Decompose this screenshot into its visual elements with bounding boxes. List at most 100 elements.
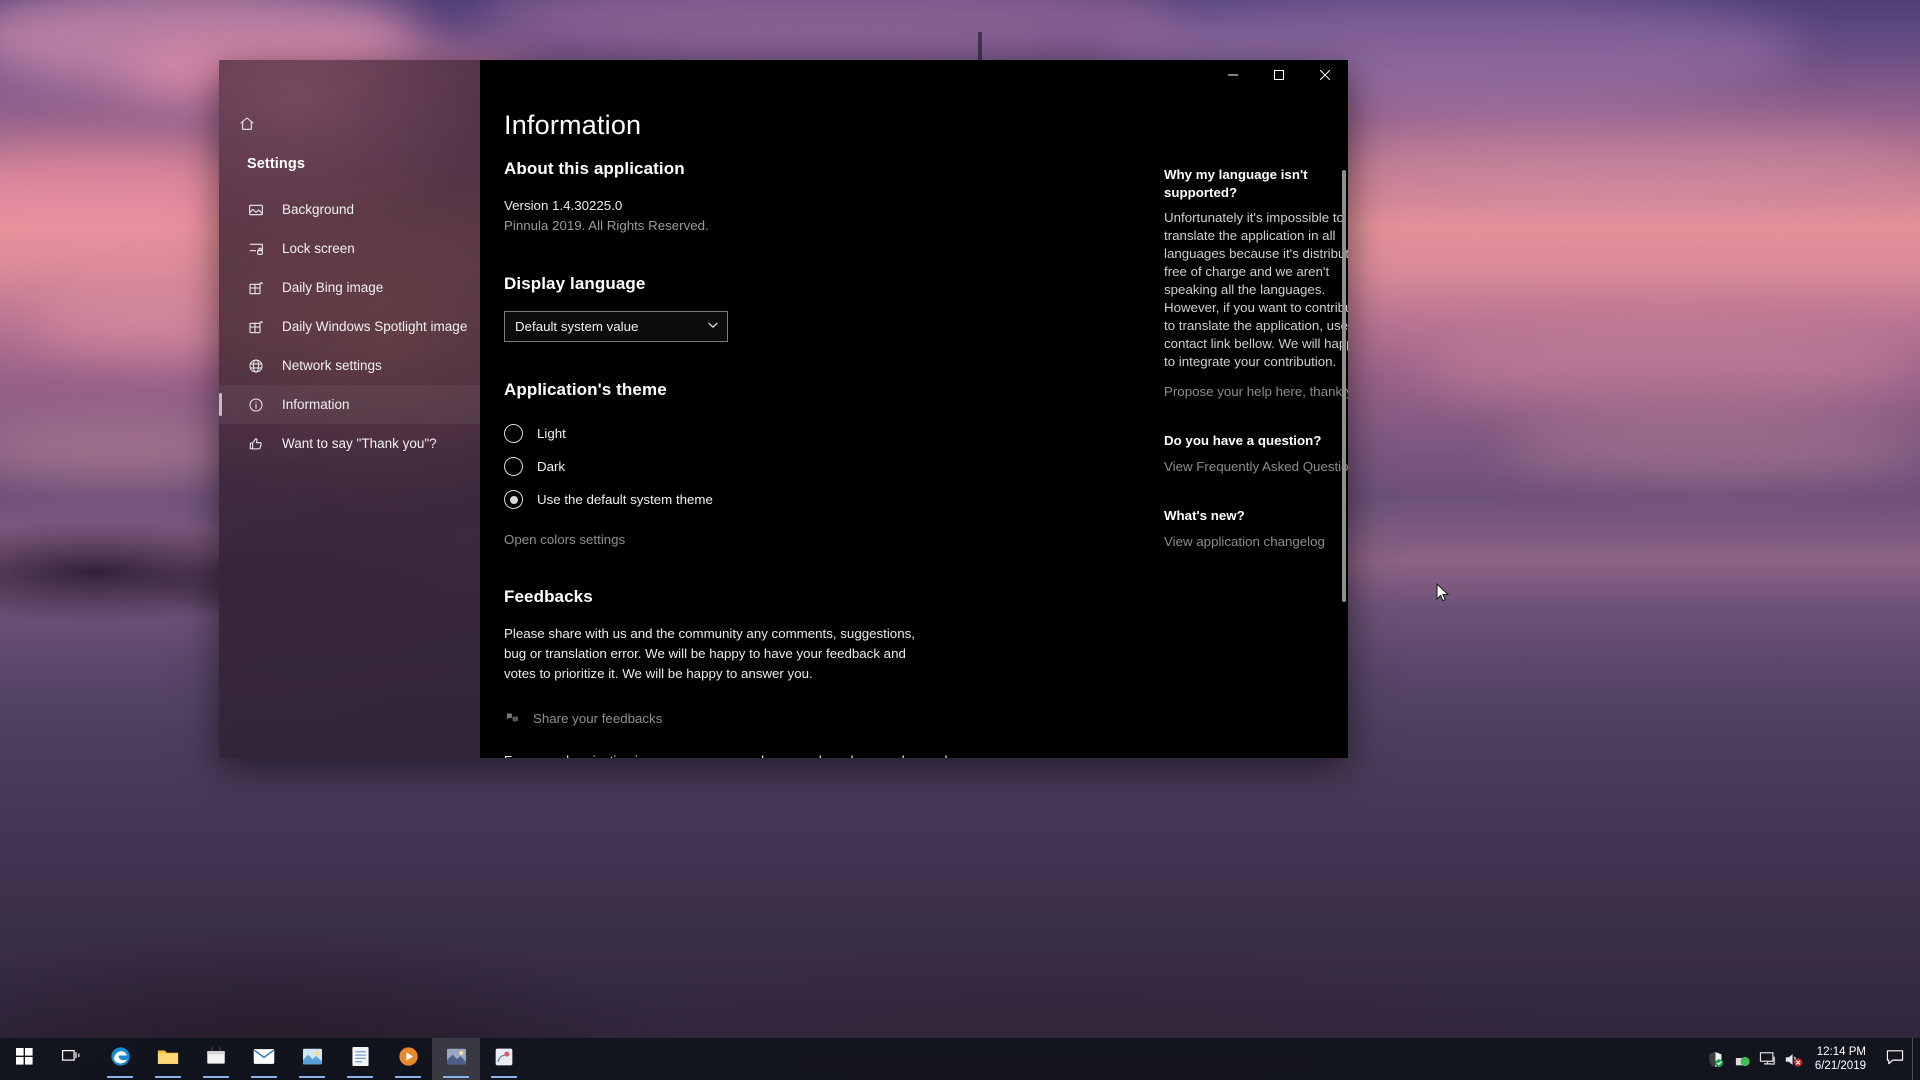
related-info-column: Why my language isn't supported? Unfortu… [1164, 110, 1348, 758]
sidebar-item-label: Daily Windows Spotlight image [282, 319, 467, 334]
close-button[interactable] [1302, 60, 1348, 92]
window-titlebar [1210, 60, 1348, 92]
about-heading: About this application [504, 159, 1144, 179]
content-scroll-area[interactable]: Information About this application Versi… [480, 60, 1348, 758]
taskbar-app-pinnula-settings[interactable] [432, 1038, 480, 1080]
taskbar-app-file-explorer[interactable] [144, 1038, 192, 1080]
sidebar-item-daily-bing-image[interactable]: Daily Bing image [219, 268, 480, 307]
system-tray [1703, 1038, 1807, 1080]
open-colors-settings-link[interactable]: Open colors settings [504, 532, 625, 547]
theme-radio-label: Light [537, 426, 566, 441]
taskbar-app-paint[interactable] [480, 1038, 528, 1080]
vertical-scrollbar-thumb[interactable] [1342, 170, 1346, 602]
theme-heading: Application's theme [504, 380, 1144, 400]
pinnula-settings-icon [446, 1047, 467, 1071]
theme-section: Application's theme Light Dark Use the d… [504, 380, 1144, 549]
question-heading: Do you have a question? [1164, 432, 1348, 450]
thumbs-up-icon [247, 435, 265, 453]
taskbar-app-notepad-editor[interactable] [336, 1038, 384, 1080]
notepad-icon [351, 1046, 370, 1072]
sidebar-item-label: Want to say "Thank you"? [282, 436, 437, 451]
minimize-icon [1228, 67, 1238, 85]
settings-main-column: Information About this application Versi… [504, 110, 1144, 758]
daily-image-icon [247, 318, 265, 336]
view-faq-link[interactable]: View Frequently Asked Questions [1164, 459, 1348, 474]
sidebar-item-lock-screen[interactable]: Lock screen [219, 229, 480, 268]
maximize-icon [1274, 67, 1284, 85]
language-support-block: Why my language isn't supported? Unfortu… [1164, 166, 1348, 399]
pinnula-settings-window: Settings Background [219, 60, 1348, 758]
taskbar-app-media-player[interactable] [384, 1038, 432, 1080]
network-icon[interactable] [1729, 1038, 1755, 1080]
clock-date: 6/21/2019 [1815, 1059, 1866, 1073]
sidebar-item-background[interactable]: Background [219, 190, 480, 229]
home-button[interactable] [225, 106, 269, 146]
info-icon [247, 396, 265, 414]
content-host: Information About this application Versi… [480, 60, 1348, 758]
propose-help-link[interactable]: Propose your help here, thank you! [1164, 384, 1348, 399]
sidebar-item-label: Daily Bing image [282, 280, 383, 295]
sidebar-item-information[interactable]: Information [219, 385, 480, 424]
home-icon [239, 116, 255, 137]
share-feedbacks-link[interactable]: Share your feedbacks [504, 710, 1144, 727]
windows-logo-icon [16, 1048, 33, 1070]
daily-image-icon [247, 279, 265, 297]
taskbar-app-photos[interactable] [288, 1038, 336, 1080]
display-language-section: Display language Default system value [504, 274, 1144, 342]
theme-radio-label: Use the default system theme [537, 492, 713, 507]
sidebar-item-label: Background [282, 202, 354, 217]
feedback-hub-icon [504, 710, 521, 727]
radio-icon [504, 424, 523, 443]
action-center-button[interactable] [1878, 1038, 1912, 1080]
sidebar-item-thank-you[interactable]: Want to say "Thank you"? [219, 424, 480, 463]
volume-muted-icon[interactable] [1781, 1038, 1807, 1080]
display-icon[interactable] [1755, 1038, 1781, 1080]
about-section: About this application Version 1.4.30225… [504, 159, 1144, 236]
security-shield-icon[interactable] [1703, 1038, 1729, 1080]
close-icon [1320, 67, 1330, 85]
language-support-body: Unfortunately it's impossible to transla… [1164, 209, 1348, 371]
feedbacks-section: Feedbacks Please share with us and the c… [504, 587, 1144, 758]
globe-icon [247, 357, 265, 375]
whats-new-block: What's new? View application changelog [1164, 507, 1348, 549]
whats-new-heading: What's new? [1164, 507, 1348, 525]
media-player-icon [398, 1046, 419, 1072]
show-desktop-button[interactable] [1912, 1038, 1920, 1080]
mail-icon [253, 1048, 275, 1070]
display-language-dropdown[interactable]: Default system value [504, 311, 728, 342]
task-view-icon [62, 1048, 82, 1070]
paint-icon [494, 1047, 514, 1072]
edge-icon [110, 1046, 131, 1072]
radio-icon [504, 457, 523, 476]
taskbar-app-microsoft-edge[interactable] [96, 1038, 144, 1080]
display-language-value: Default system value [515, 319, 707, 334]
page-title: Information [504, 110, 1144, 141]
theme-radio-dark[interactable]: Dark [504, 450, 1144, 483]
sync-note-text: For a synchronization issue, we recommen… [504, 751, 974, 758]
share-feedbacks-label: Share your feedbacks [533, 711, 662, 726]
chevron-down-icon [707, 318, 719, 336]
taskbar-app-microsoft-store[interactable] [192, 1038, 240, 1080]
sidebar-title: Settings [219, 146, 480, 172]
folder-icon [157, 1047, 179, 1071]
maximize-button[interactable] [1256, 60, 1302, 92]
theme-radio-system-default[interactable]: Use the default system theme [504, 483, 1144, 516]
wallpaper-pole [978, 32, 982, 62]
task-view-button[interactable] [48, 1038, 96, 1080]
taskbar-app-mail[interactable] [240, 1038, 288, 1080]
copyright-text: Pinnula 2019. All Rights Reserved. [504, 216, 1144, 236]
clock-time: 12:14 PM [1817, 1045, 1866, 1059]
radio-icon-selected [504, 490, 523, 509]
sidebar-item-daily-windows-spotlight-image[interactable]: Daily Windows Spotlight image [219, 307, 480, 346]
minimize-button[interactable] [1210, 60, 1256, 92]
theme-radio-light[interactable]: Light [504, 417, 1144, 450]
sidebar-item-network-settings[interactable]: Network settings [219, 346, 480, 385]
feedbacks-heading: Feedbacks [504, 587, 1144, 607]
sidebar-item-label: Information [282, 397, 350, 412]
view-changelog-link[interactable]: View application changelog [1164, 534, 1348, 549]
taskbar: 12:14 PM 6/21/2019 [0, 1038, 1920, 1080]
store-icon [206, 1047, 226, 1072]
start-button[interactable] [0, 1038, 48, 1080]
question-block: Do you have a question? View Frequently … [1164, 432, 1348, 474]
clock[interactable]: 12:14 PM 6/21/2019 [1807, 1038, 1878, 1080]
